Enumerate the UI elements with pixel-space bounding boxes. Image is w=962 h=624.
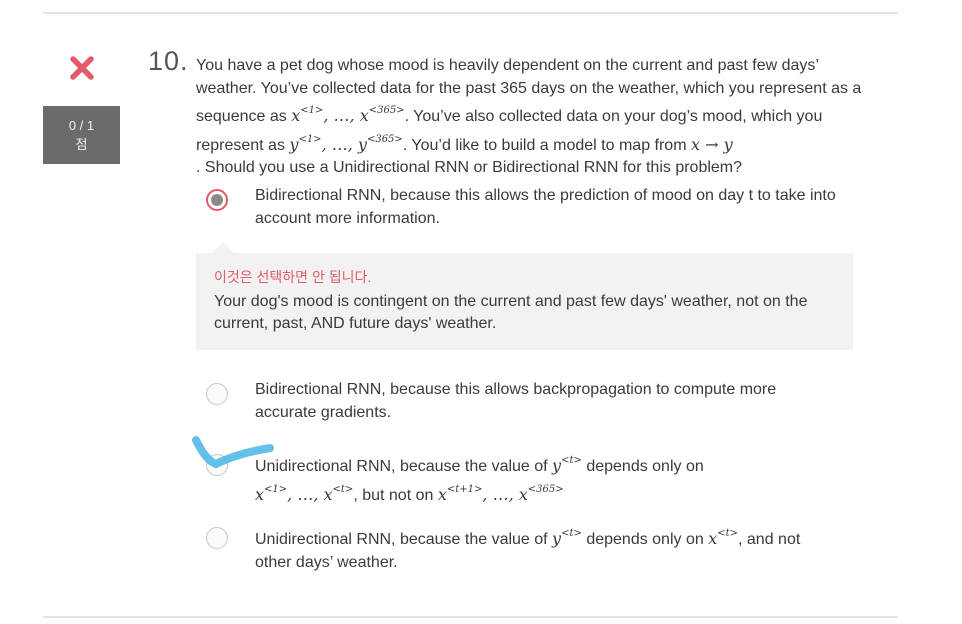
option-text-part: Unidirectional RNN, because the value of bbox=[255, 531, 553, 548]
question-text: You have a pet dog whose mood is heavily… bbox=[196, 55, 866, 180]
option-label: Bidirectional RNN, because this allows b… bbox=[255, 381, 777, 421]
check-mark-annotation-icon bbox=[192, 436, 274, 468]
math-sequence-x: x<1>, …, x<365> bbox=[291, 105, 405, 125]
radio-button[interactable] bbox=[206, 527, 228, 549]
option-text-part: Unidirectional RNN, because the value of bbox=[255, 458, 553, 475]
option-text-part: depends only on bbox=[581, 531, 709, 548]
score-value: 0 / 1 bbox=[68, 118, 95, 133]
math-sequence-y: y<1>, …, y<365> bbox=[289, 133, 403, 154]
close-icon bbox=[70, 56, 94, 80]
option-label: Unidirectional RNN, because the value of… bbox=[255, 450, 840, 507]
score-badge: 0 / 1 점 bbox=[43, 106, 120, 164]
score-unit: 점 bbox=[75, 137, 88, 152]
math-x-range-past: x<1>, …, x<t> bbox=[255, 483, 354, 504]
question-number: 10. bbox=[148, 46, 189, 76]
question-text-part: . Should you use a Unidirectional RNN or… bbox=[196, 159, 743, 176]
feedback-body: Your dog's mood is contingent on the cur… bbox=[214, 293, 808, 332]
feedback-box: 이것은 선택하면 안 됩니다. Your dog's mood is conti… bbox=[196, 242, 853, 350]
option-text-part: , but not on bbox=[353, 486, 438, 504]
math-mapping: x → y bbox=[690, 134, 733, 154]
radio-button[interactable] bbox=[206, 383, 228, 405]
top-divider bbox=[43, 12, 898, 14]
math-x-t: x<t> bbox=[708, 528, 739, 548]
feedback-title: 이것은 선택하면 안 됩니다. bbox=[214, 269, 372, 285]
math-y-t: y<t> bbox=[552, 528, 582, 548]
radio-button-selected[interactable] bbox=[206, 189, 228, 211]
bottom-divider bbox=[43, 616, 898, 618]
math-x-range-future: x<t+1>, …, x<365> bbox=[437, 483, 564, 504]
option-label: Unidirectional RNN, because the value of… bbox=[255, 523, 840, 574]
option-label: Bidirectional RNN, because this allows t… bbox=[255, 187, 836, 227]
math-y-t: y<t> bbox=[552, 455, 582, 475]
question-text-part: . You’d like to build a model to map fro… bbox=[402, 136, 691, 154]
option-text-part: depends only on bbox=[581, 458, 704, 475]
